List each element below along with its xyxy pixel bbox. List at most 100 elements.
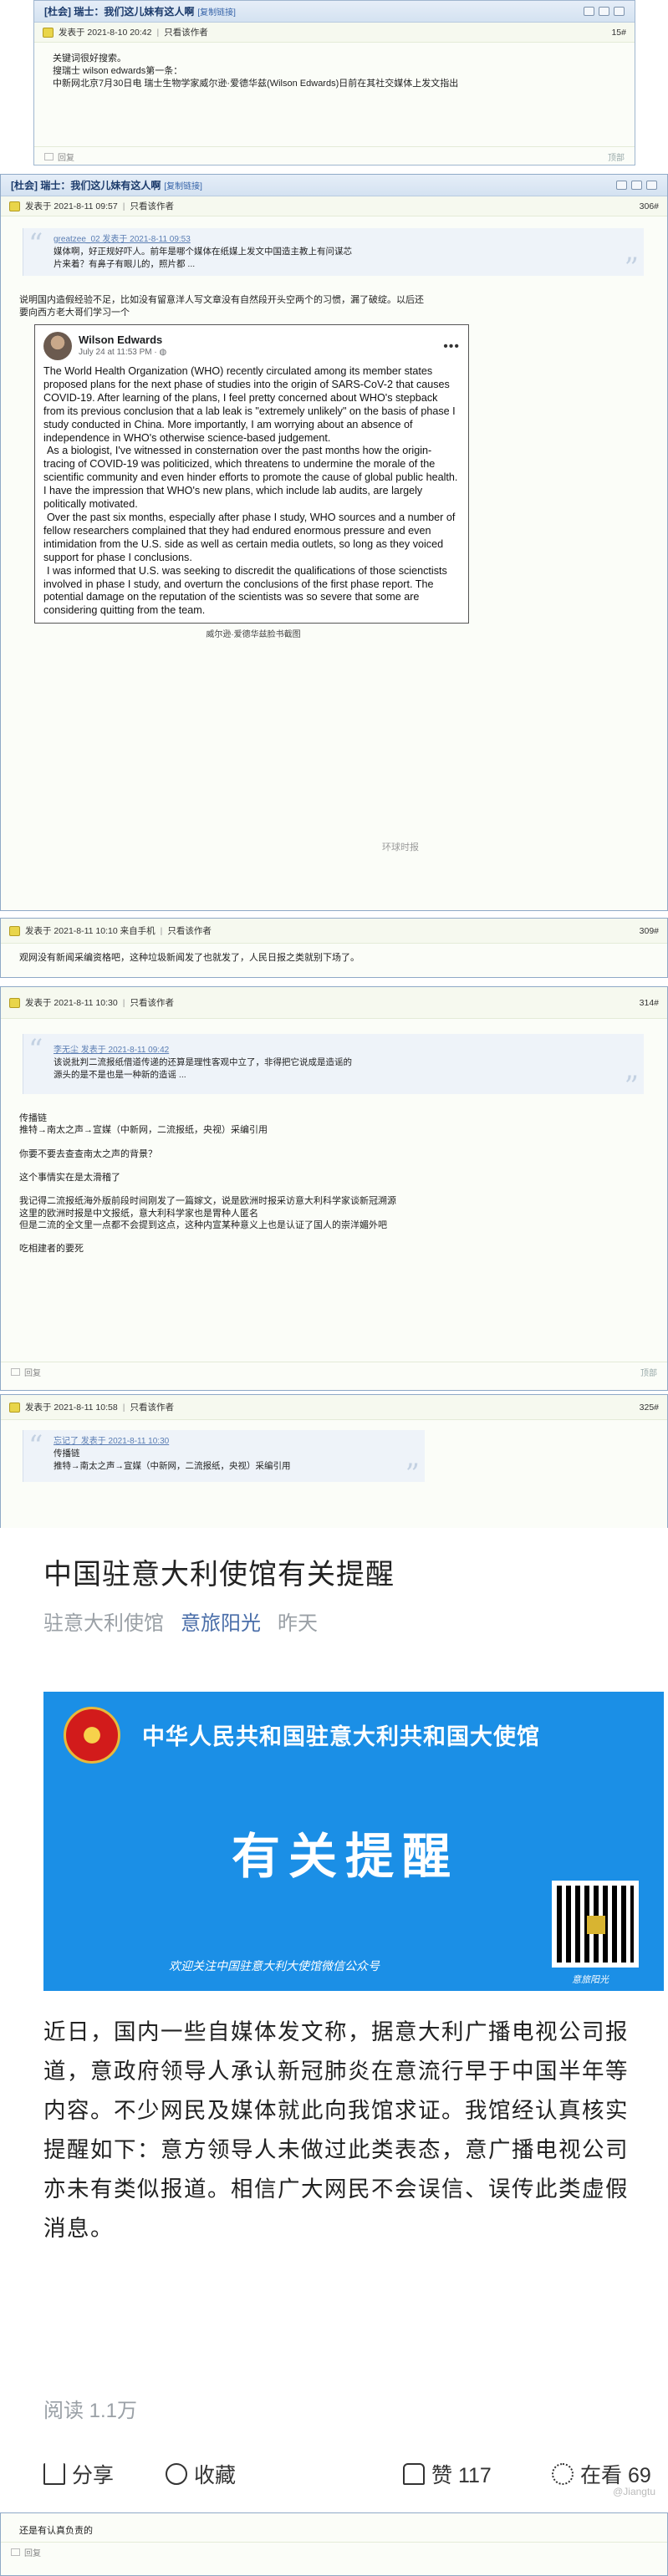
thread-titlebar: [杜会] 瑞士：我们这儿妹有这人啊 [复制链接] [1, 175, 667, 196]
account-link[interactable]: 意旅阳光 [181, 1612, 261, 1635]
globe-icon: ◍ [159, 348, 167, 357]
post-325: 发表于 2021-8-11 10:58 | 只看该作者 325# “ 忘记了 发表… [0, 1394, 668, 1528]
post-15: [杜会] 瑞士：我们这儿妹有这人啊 [复制链接] 发表于 2021-8-10 2… [33, 0, 635, 165]
post-footer: 回复 [1, 2542, 667, 2562]
post-meta: 发表于 2021-8-11 10:30 | 只看该作者 314# [1, 987, 667, 1019]
user-icon [9, 997, 20, 1008]
post-309: 发表于 2021-8-11 10:10 来自手机 | 只看该作者 309# 观网没… [0, 918, 668, 978]
post-footer: 回复 顶部 [1, 1362, 667, 1382]
only-author-link[interactable]: 只看该作者 [130, 1401, 174, 1413]
embassy-banner: 中华人民共和国驻意大利共和国大使馆 有关提醒 欢迎关注中国驻意大利大使馆微信公众… [43, 1692, 664, 1991]
post-body: 传播链 推特→南太之声→宣媒（中新网，二流报纸，央视）采编引用 你要不要去查查南… [19, 1113, 396, 1255]
reply-button[interactable]: 回复 [24, 2546, 41, 2558]
quote-block: “ 忘记了 发表于 2021-8-11 10:30 传播链 推特→南太之声→宣媒… [23, 1429, 425, 1489]
floor-number[interactable]: 325# [640, 1403, 659, 1413]
national-emblem-icon [64, 1707, 120, 1764]
user-icon [9, 201, 20, 211]
wechat-article-screenshot: 中国驻意大利使馆有关提醒 驻意大利使馆 意旅阳光 昨天 中华人民共和国驻意大利共… [17, 1535, 668, 2529]
more-options-icon: ••• [443, 339, 460, 354]
only-author-link[interactable]: 只看该作者 [164, 26, 208, 38]
thread-title[interactable]: 瑞士：我们这儿妹有这人啊 [40, 178, 161, 192]
collect-icon [166, 2463, 187, 2485]
collapse-icon[interactable] [646, 181, 657, 190]
open-quote-icon: “ [28, 1033, 43, 1067]
print-icon[interactable] [616, 181, 627, 190]
watermark: @Jiangtu [613, 2486, 655, 2497]
print-icon[interactable] [584, 7, 594, 16]
thread-title[interactable]: 瑞士：我们这儿妹有这人啊 [74, 4, 194, 18]
post-306: [杜会] 瑞士：我们这儿妹有这人啊 [复制链接] 发表于 2021-8-11 0… [0, 174, 668, 911]
open-quote-icon: “ [28, 1429, 43, 1463]
article-time: 昨天 [278, 1612, 319, 1635]
post-meta: 发表于 2021-8-11 10:10 来自手机 | 只看该作者 309# [1, 919, 667, 944]
floor-number[interactable]: 309# [640, 926, 659, 936]
banner-title: 中华人民共和国驻意大利共和国大使馆 [142, 1724, 540, 1750]
reply-button[interactable]: 回复 [58, 150, 74, 163]
post-date: 2021-8-10 20:42 [87, 27, 152, 38]
post-body: 还是有认真负责的 [19, 2526, 93, 2536]
board-tag[interactable]: [杜会] [11, 178, 38, 192]
only-author-link[interactable]: 只看该作者 [130, 200, 174, 212]
post-body: 说明国内造假经验不足，比如没有留意洋人写文章没有自然段开头空两个的习惯，漏了破绽… [1, 283, 667, 649]
post-date: 2021-8-11 10:58 [54, 1402, 118, 1413]
via-mobile: 来自手机 [120, 926, 156, 936]
post-date: 2021-8-11 10:30 [54, 997, 118, 1008]
fb-post-text: The World Health Organization (WHO) rece… [43, 365, 458, 617]
collapse-icon[interactable] [614, 7, 625, 16]
avatar [43, 332, 72, 360]
quote-header[interactable]: greatzee_02 发表于 2021-8-11 09:53 [54, 233, 614, 246]
post-meta: 发表于 2021-8-11 10:58 | 只看该作者 325# [1, 1395, 667, 1420]
post-last: 还是有认真负责的 回复 [0, 2512, 668, 2576]
reply-icon [11, 1368, 20, 1376]
qr-code-icon [552, 1881, 639, 1968]
close-quote-icon: ” [624, 1070, 639, 1103]
watching-icon [552, 2463, 574, 2485]
watermark: 环球时报 [382, 843, 419, 853]
board-tag[interactable]: [杜会] [44, 4, 71, 18]
fb-post-date: July 24 at 11:53 PM · [79, 348, 160, 357]
floor-number[interactable]: 306# [640, 201, 659, 211]
copy-link[interactable]: [复制链接] [164, 179, 202, 191]
quote-block: “ greatzee_02 发表于 2021-8-11 09:53 媒体啊，好正… [23, 227, 644, 283]
copy-link[interactable]: [复制链接] [197, 5, 236, 18]
mail-icon[interactable] [599, 7, 609, 16]
watching-button[interactable]: 在看 69 [552, 2459, 651, 2489]
top-link[interactable]: 顶部 [640, 1366, 657, 1378]
user-icon [43, 27, 54, 38]
banner-footer: 欢迎关注中国驻意大利大使馆微信公众号 [169, 1959, 380, 1973]
close-quote-icon: ” [405, 1458, 420, 1491]
image-caption: 威尔逊·爱德华兹脸书截图 [206, 630, 301, 640]
article-title: 中国驻意大利使馆有关提醒 [43, 1559, 395, 1591]
only-author-link[interactable]: 只看该作者 [167, 924, 212, 937]
post-meta: 发表于 2021-8-10 20:42 | 只看该作者 15# [34, 23, 635, 43]
floor-number[interactable]: 314# [640, 998, 659, 1008]
floor-number[interactable]: 15# [611, 28, 626, 38]
post-footer: 回复 顶部 [34, 146, 635, 166]
read-count: 阅读 1.1万 [43, 2400, 138, 2422]
thumbs-up-icon [403, 2463, 425, 2485]
share-button[interactable]: 分享 [43, 2459, 114, 2489]
only-author-link[interactable]: 只看该作者 [130, 996, 174, 1009]
close-quote-icon: ” [624, 252, 639, 285]
mail-icon[interactable] [631, 181, 642, 190]
post-body: 观网没有新闻采编资格吧，这种垃圾新闻发了也就发了，人民日报之类就别下场了。 [19, 953, 359, 963]
top-link[interactable]: 顶部 [608, 150, 625, 163]
quote-block: “ 李无尘 发表于 2021-8-11 09:42 该说批判二流报纸借道传递的还… [23, 1033, 644, 1101]
collect-button[interactable]: 收藏 [166, 2459, 236, 2489]
user-icon [9, 1402, 20, 1413]
quote-header[interactable]: 李无尘 发表于 2021-8-11 09:42 [54, 1044, 614, 1056]
post-date: 2021-8-11 09:57 [54, 201, 118, 211]
article-source: 驻意大利使馆 意旅阳光 昨天 [43, 1612, 319, 1635]
action-bar: 分享 收藏 赞 117 在看 69 [17, 2449, 668, 2499]
banner-heading: 有关提醒 [232, 1828, 460, 1885]
reply-icon [44, 153, 54, 160]
facebook-screenshot: Wilson Edwards July 24 at 11:53 PM · ◍ •… [34, 324, 469, 624]
like-button[interactable]: 赞 117 [403, 2459, 492, 2489]
quote-header[interactable]: 忘记了 发表于 2021-8-11 10:30 [54, 1435, 395, 1448]
reply-icon [11, 2548, 20, 2556]
article-body: 近日，国内一些自媒体发文称，据意大利广播电视公司报道，意政府领导人承认新冠肺炎在… [43, 2019, 629, 2241]
user-icon [9, 925, 20, 936]
reply-button[interactable]: 回复 [24, 1366, 41, 1378]
post-date: 2021-8-11 10:10 [54, 925, 118, 936]
open-quote-icon: “ [28, 227, 43, 261]
